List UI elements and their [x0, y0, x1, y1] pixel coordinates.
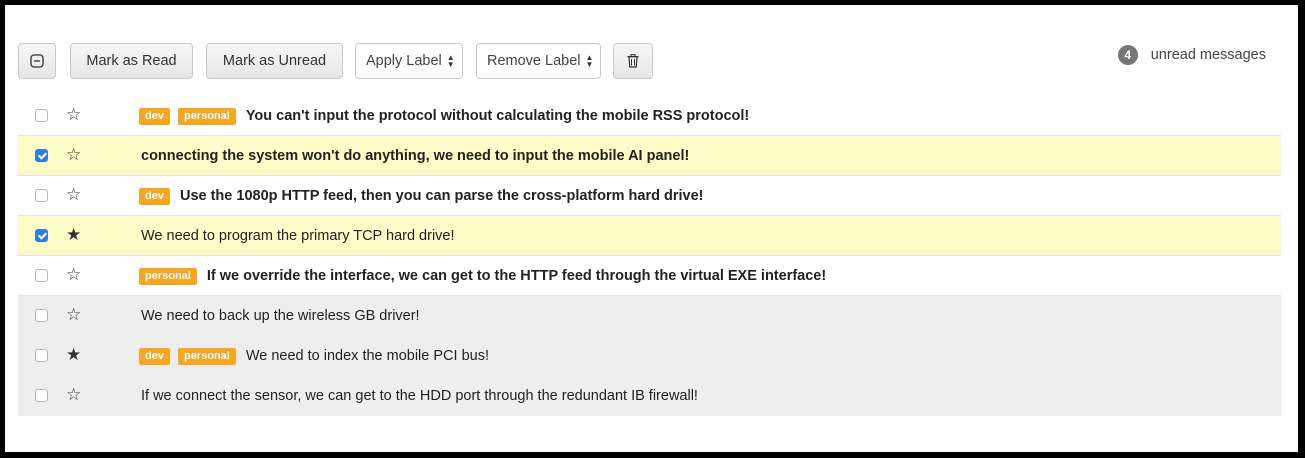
unread-text: unread messages — [1150, 47, 1266, 63]
message-row[interactable]: ☆ dev Use the 1080p HTTP feed, then you ca… — [18, 176, 1281, 216]
message-checkbox[interactable] — [35, 189, 48, 202]
message-checkbox[interactable] — [35, 349, 48, 362]
apply-label-text: Apply Label — [366, 53, 442, 69]
star-outline-icon[interactable]: ☆ — [66, 185, 81, 205]
message-subject[interactable]: personal If we override the interface, we… — [139, 256, 826, 296]
select-arrows-icon: ▲ ▼ — [585, 53, 594, 69]
message-row[interactable]: ☆ If we connect the sensor, we can get to… — [18, 376, 1281, 416]
inbox-window: Mark as Read Mark as Unread Apply Label … — [5, 5, 1298, 452]
star-filled-icon[interactable]: ★ — [66, 345, 81, 365]
star-filled-icon[interactable]: ★ — [66, 225, 81, 245]
subject-text: If we connect the sensor, we can get to … — [141, 388, 698, 404]
message-subject[interactable]: We need to program the primary TCP hard … — [139, 216, 455, 256]
apply-label-select[interactable]: Apply Label ▲ ▼ — [355, 43, 463, 79]
label-badge: dev — [139, 187, 170, 205]
star-outline-icon[interactable]: ☆ — [66, 385, 81, 405]
unread-counter: 4 unread messages — [1117, 45, 1266, 65]
message-checkbox[interactable] — [35, 229, 48, 242]
message-subject[interactable]: dev personal We need to index the mobile P… — [139, 336, 489, 376]
unread-count-badge: 4 — [1117, 45, 1138, 65]
remove-label-select[interactable]: Remove Label ▲ ▼ — [476, 43, 601, 79]
select-all-button[interactable] — [18, 43, 56, 79]
star-outline-icon[interactable]: ☆ — [66, 145, 81, 165]
message-row[interactable]: ★ We need to program the primary TCP hard… — [18, 216, 1281, 256]
remove-label-text: Remove Label — [487, 53, 581, 69]
message-subject[interactable]: dev Use the 1080p HTTP feed, then you can… — [139, 176, 703, 216]
message-row[interactable]: ☆ personal If we override the interface, w… — [18, 256, 1281, 296]
subject-text: You can't input the protocol without cal… — [245, 108, 750, 124]
subject-text: Use the 1080p HTTP feed, then you can pa… — [179, 188, 704, 204]
message-list: ☆ dev personal You can't input the protocol… — [18, 96, 1281, 416]
subject-text: We need to back up the wireless GB drive… — [141, 308, 420, 324]
label-badge: dev — [139, 347, 170, 365]
toolbar: Mark as Read Mark as Unread Apply Label … — [18, 43, 1280, 83]
message-row[interactable]: ★ dev personal We need to index the mobile … — [18, 336, 1281, 376]
star-outline-icon[interactable]: ☆ — [66, 265, 81, 285]
subject-text: We need to index the mobile PCI bus! — [245, 348, 489, 364]
subject-text: connecting the system won't do anything,… — [141, 148, 690, 164]
message-checkbox[interactable] — [35, 389, 48, 402]
mark-as-read-button[interactable]: Mark as Read — [70, 43, 193, 79]
label-badge: personal — [139, 267, 197, 285]
minus-square-icon — [30, 54, 44, 68]
subject-text: We need to program the primary TCP hard … — [141, 228, 455, 244]
message-checkbox[interactable] — [35, 309, 48, 322]
message-checkbox[interactable] — [35, 269, 48, 282]
message-checkbox[interactable] — [35, 149, 48, 162]
delete-button[interactable] — [613, 43, 653, 79]
message-checkbox[interactable] — [35, 109, 48, 122]
message-subject[interactable]: dev personal You can't input the protocol … — [139, 96, 749, 136]
message-row[interactable]: ☆ We need to back up the wireless GB driv… — [18, 296, 1281, 336]
subject-text: If we override the interface, we can get… — [206, 268, 827, 284]
star-outline-icon[interactable]: ☆ — [66, 105, 81, 125]
label-badge: personal — [177, 107, 236, 125]
message-row[interactable]: ☆ connecting the system won't do anything… — [18, 136, 1281, 176]
mark-as-unread-button[interactable]: Mark as Unread — [206, 43, 343, 79]
message-row[interactable]: ☆ dev personal You can't input the protocol… — [18, 96, 1281, 136]
message-subject[interactable]: connecting the system won't do anything,… — [139, 136, 689, 176]
label-badge: personal — [177, 347, 236, 365]
message-subject[interactable]: We need to back up the wireless GB drive… — [139, 296, 420, 336]
label-badge: dev — [139, 107, 170, 125]
select-arrows-icon: ▲ ▼ — [446, 53, 455, 69]
message-subject[interactable]: If we connect the sensor, we can get to … — [139, 376, 698, 416]
star-outline-icon[interactable]: ☆ — [66, 305, 81, 325]
trash-icon — [627, 54, 639, 68]
